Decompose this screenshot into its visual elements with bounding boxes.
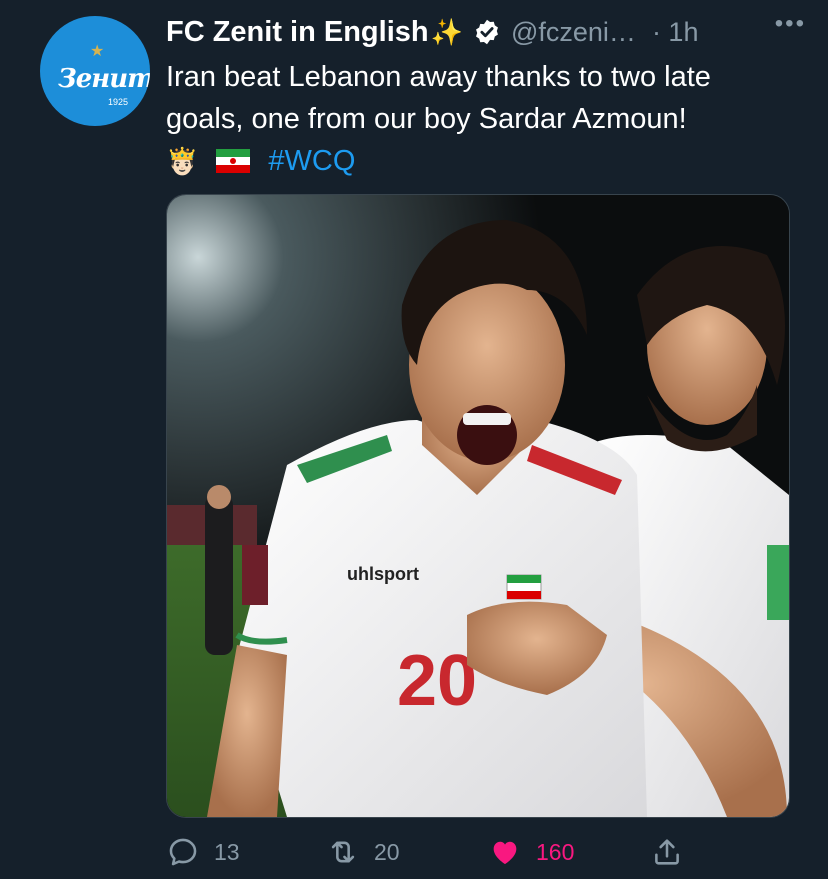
share-button[interactable] [650,832,684,872]
tweet-photo[interactable]: uhlsport 20 [166,194,790,818]
share-icon [655,839,679,865]
tweet-text-line: goals, one from our boy Sardar Azmoun! [166,103,687,135]
tweet-text-line: Iran beat Lebanon away thanks to two lat… [166,61,711,93]
like-button[interactable]: 160 [488,832,574,872]
tweet-text: Iran beat Lebanon away thanks to two lat… [166,56,806,182]
like-count: 160 [536,838,575,865]
heart-icon [493,841,517,865]
tweet-header: FC Zenit in English ✨ @fczeni… · 1h [166,12,806,52]
retweet-button[interactable]: 20 [326,832,400,872]
sparkles-icon: ✨ [430,16,463,47]
more-options-icon[interactable]: ••• [775,10,806,38]
reply-icon [169,838,197,866]
tweet[interactable]: ★ Зенит 1925 FC Zenit in English ✨ @fcze… [0,0,828,879]
iran-flag-icon [216,149,251,173]
avatar-wordmark: Зенит [58,64,150,94]
star-icon: ★ [90,43,105,60]
hashtag-link[interactable]: #WCQ [268,140,355,182]
handle[interactable]: @fczeni… [511,17,636,48]
retweet-count: 20 [374,838,400,865]
jersey-number: 20 [397,641,477,721]
prince-emoji-icon: 🤴🏻 [166,146,199,176]
photo-image: uhlsport 20 [167,195,789,817]
display-name[interactable]: FC Zenit in English [166,16,429,49]
avatar[interactable]: ★ Зенит 1925 [40,16,150,126]
verified-badge-icon [476,19,498,45]
reply-button[interactable]: 13 [166,832,240,872]
jersey-brand: uhlsport [347,564,419,584]
timestamp[interactable]: · 1h [652,17,699,48]
reply-count: 13 [214,838,240,865]
avatar-year: 1925 [108,97,129,107]
emoji-line: 🤴🏻 #WCQ [166,140,806,182]
retweet-icon [331,841,355,863]
tweet-actions: 13 20 160 [166,832,806,872]
